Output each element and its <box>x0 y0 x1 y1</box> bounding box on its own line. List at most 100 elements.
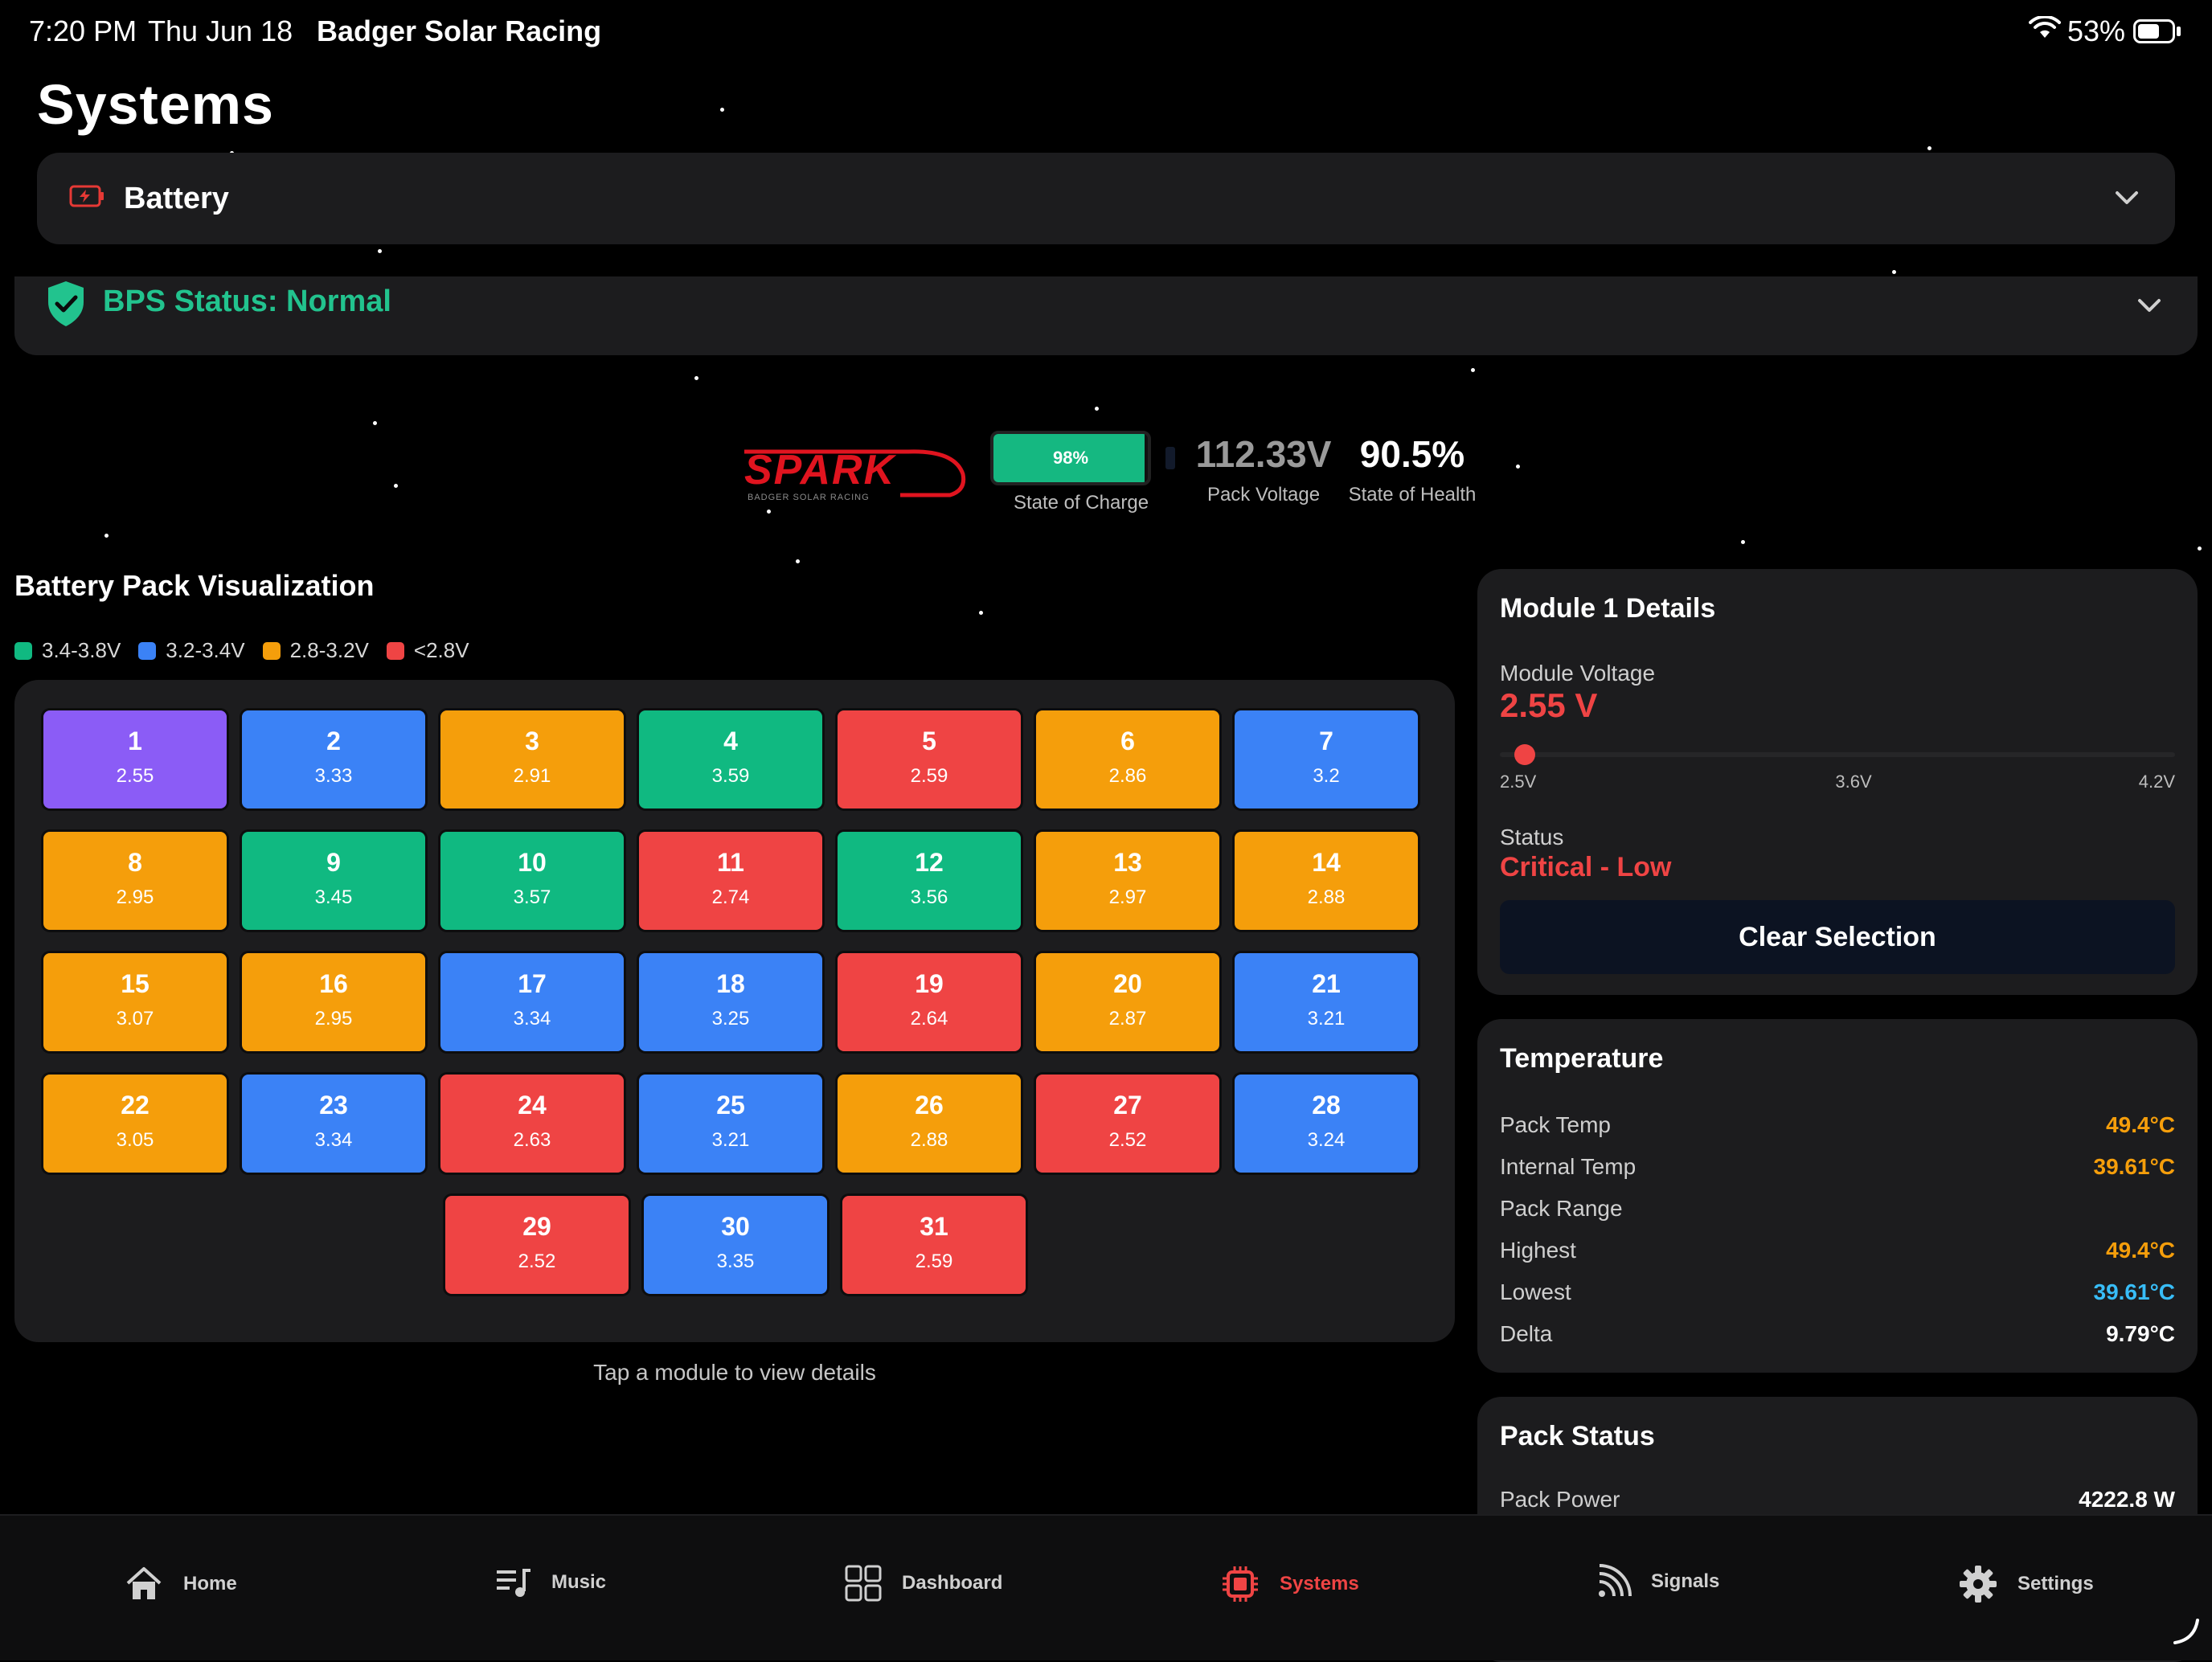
module-number: 26 <box>915 1091 944 1120</box>
module-voltage: 3.59 <box>711 765 750 787</box>
legend-label: 3.4-3.8V <box>42 638 121 662</box>
tab-dashboard[interactable]: Dashboard <box>844 1564 1002 1603</box>
legend-label: 2.8-3.2V <box>289 638 369 662</box>
module-cell-2[interactable]: 2 3.33 <box>242 710 425 808</box>
module-number: 18 <box>716 969 745 998</box>
clear-selection-button[interactable]: Clear Selection <box>1500 900 2175 974</box>
status-time: 7:20 PM <box>29 14 137 47</box>
spark-logo: SPARK BADGER SOLAR RACING <box>744 447 966 502</box>
module-number: 22 <box>121 1091 150 1120</box>
module-voltage: 3.34 <box>314 1129 353 1151</box>
module-cell-19[interactable]: 19 2.64 <box>838 953 1021 1051</box>
module-cell-4[interactable]: 4 3.59 <box>639 710 822 808</box>
module-cell-18[interactable]: 18 3.25 <box>639 953 822 1051</box>
chip-icon <box>1223 1566 1258 1602</box>
module-cell-17[interactable]: 17 3.34 <box>440 953 624 1051</box>
tab-home[interactable]: Home <box>124 1564 237 1604</box>
module-voltage: 2.95 <box>116 886 154 908</box>
module-cell-25[interactable]: 25 3.21 <box>639 1075 822 1173</box>
module-cell-14[interactable]: 14 2.88 <box>1235 832 1418 930</box>
shield-check-icon <box>48 281 84 326</box>
module-cell-13[interactable]: 13 2.97 <box>1036 832 1219 930</box>
module-voltage: 3.56 <box>910 886 948 908</box>
temp-label: Highest <box>1500 1238 1576 1263</box>
page-title: Systems <box>37 73 274 136</box>
module-cell-28[interactable]: 28 3.24 <box>1235 1075 1418 1173</box>
module-voltage: 3.05 <box>116 1129 154 1151</box>
module-cell-21[interactable]: 21 3.21 <box>1235 953 1418 1051</box>
module-voltage-value: 2.55 V <box>1500 686 1598 724</box>
module-number: 3 <box>525 727 539 755</box>
module-number: 24 <box>518 1091 547 1120</box>
module-cell-7[interactable]: 7 3.2 <box>1235 710 1418 808</box>
home-icon <box>126 1567 162 1599</box>
module-voltage: 2.59 <box>915 1251 953 1272</box>
temp-value: 39.61°C <box>2093 1279 2176 1304</box>
gear-icon <box>1960 1566 1997 1603</box>
pack-status-title: Pack Status <box>1500 1421 1655 1451</box>
module-number: 19 <box>915 969 944 998</box>
module-details-card: Module 1 Details Module Voltage 2.55 V 2… <box>1477 569 2198 995</box>
bps-status-panel[interactable]: BPS Status: Normal <box>14 276 2198 355</box>
temp-label: Delta <box>1500 1321 1553 1346</box>
module-cell-9[interactable]: 9 3.45 <box>242 832 425 930</box>
module-cell-23[interactable]: 23 3.34 <box>242 1075 425 1173</box>
pack-power-row: Pack Power 4222.8 W <box>1500 1487 2175 1513</box>
module-cell-8[interactable]: 8 2.95 <box>43 832 227 930</box>
module-number: 8 <box>128 848 142 877</box>
module-cell-6[interactable]: 6 2.86 <box>1036 710 1219 808</box>
module-voltage: 3.24 <box>1307 1129 1346 1151</box>
module-cell-26[interactable]: 26 2.88 <box>838 1075 1021 1173</box>
module-cell-22[interactable]: 22 3.05 <box>43 1075 227 1173</box>
module-cell-31[interactable]: 31 2.59 <box>842 1196 1026 1294</box>
soc-value: 98% <box>1052 448 1089 468</box>
status-bar: 7:20 PM Thu Jun 18 Badger Solar Racing 5… <box>0 0 2212 64</box>
module-cell-15[interactable]: 15 3.07 <box>43 953 227 1051</box>
temperature-title: Temperature <box>1500 1043 1664 1074</box>
system-selector-label: Battery <box>124 182 229 215</box>
visualization-title: Battery Pack Visualization <box>14 569 375 602</box>
module-voltage: 3.07 <box>116 1008 154 1030</box>
range-tick-max: 4.2V <box>2138 772 2175 792</box>
module-number: 6 <box>1120 727 1135 755</box>
module-number: 10 <box>518 848 547 877</box>
module-cell-3[interactable]: 3 2.91 <box>440 710 624 808</box>
system-selector[interactable]: Battery <box>37 153 2175 244</box>
module-cell-29[interactable]: 29 2.52 <box>445 1196 629 1294</box>
module-voltage: 2.86 <box>1108 765 1147 787</box>
module-number: 21 <box>1312 969 1341 998</box>
module-number: 9 <box>326 848 341 877</box>
legend-swatch <box>386 641 404 660</box>
temperature-card: Temperature Pack Temp 49.4°C Internal Tem… <box>1477 1019 2198 1373</box>
tab-signals[interactable]: Signals <box>1596 1564 1719 1599</box>
module-cell-30[interactable]: 30 3.35 <box>644 1196 827 1294</box>
tab-music[interactable]: Music <box>495 1564 606 1601</box>
module-number: 7 <box>1319 727 1333 755</box>
module-cell-1[interactable]: 1 2.55 <box>43 710 227 808</box>
module-number: 15 <box>121 969 150 998</box>
tab-label: Systems <box>1280 1573 1359 1594</box>
module-voltage: 3.2 <box>1313 765 1340 787</box>
module-number: 31 <box>920 1212 948 1241</box>
tab-systems[interactable]: Systems <box>1220 1564 1359 1604</box>
temp-row-highest: Highest 49.4°C <box>1500 1238 2175 1263</box>
pack-power-label: Pack Power <box>1500 1487 1620 1512</box>
dashboard-icon <box>845 1565 882 1602</box>
module-voltage: 3.45 <box>314 886 353 908</box>
legend-swatch <box>262 641 281 660</box>
tab-label: Music <box>551 1571 607 1593</box>
module-cell-11[interactable]: 11 2.74 <box>639 832 822 930</box>
pack-power-value: 4222.8 W <box>2079 1487 2175 1512</box>
module-cell-27[interactable]: 27 2.52 <box>1036 1075 1219 1173</box>
module-cell-12[interactable]: 12 3.56 <box>838 832 1021 930</box>
svg-text:SPARK: SPARK <box>744 447 897 493</box>
module-cell-20[interactable]: 20 2.87 <box>1036 953 1219 1051</box>
module-cell-16[interactable]: 16 2.95 <box>242 953 425 1051</box>
module-cell-10[interactable]: 10 3.57 <box>440 832 624 930</box>
tab-settings[interactable]: Settings <box>1958 1564 2094 1604</box>
module-voltage: 2.88 <box>1307 886 1346 908</box>
temp-label: Pack Range <box>1500 1196 1623 1221</box>
module-cell-5[interactable]: 5 2.59 <box>838 710 1021 808</box>
module-cell-24[interactable]: 24 2.63 <box>440 1075 624 1173</box>
state-of-health-value: 90.5% <box>1359 433 1465 475</box>
